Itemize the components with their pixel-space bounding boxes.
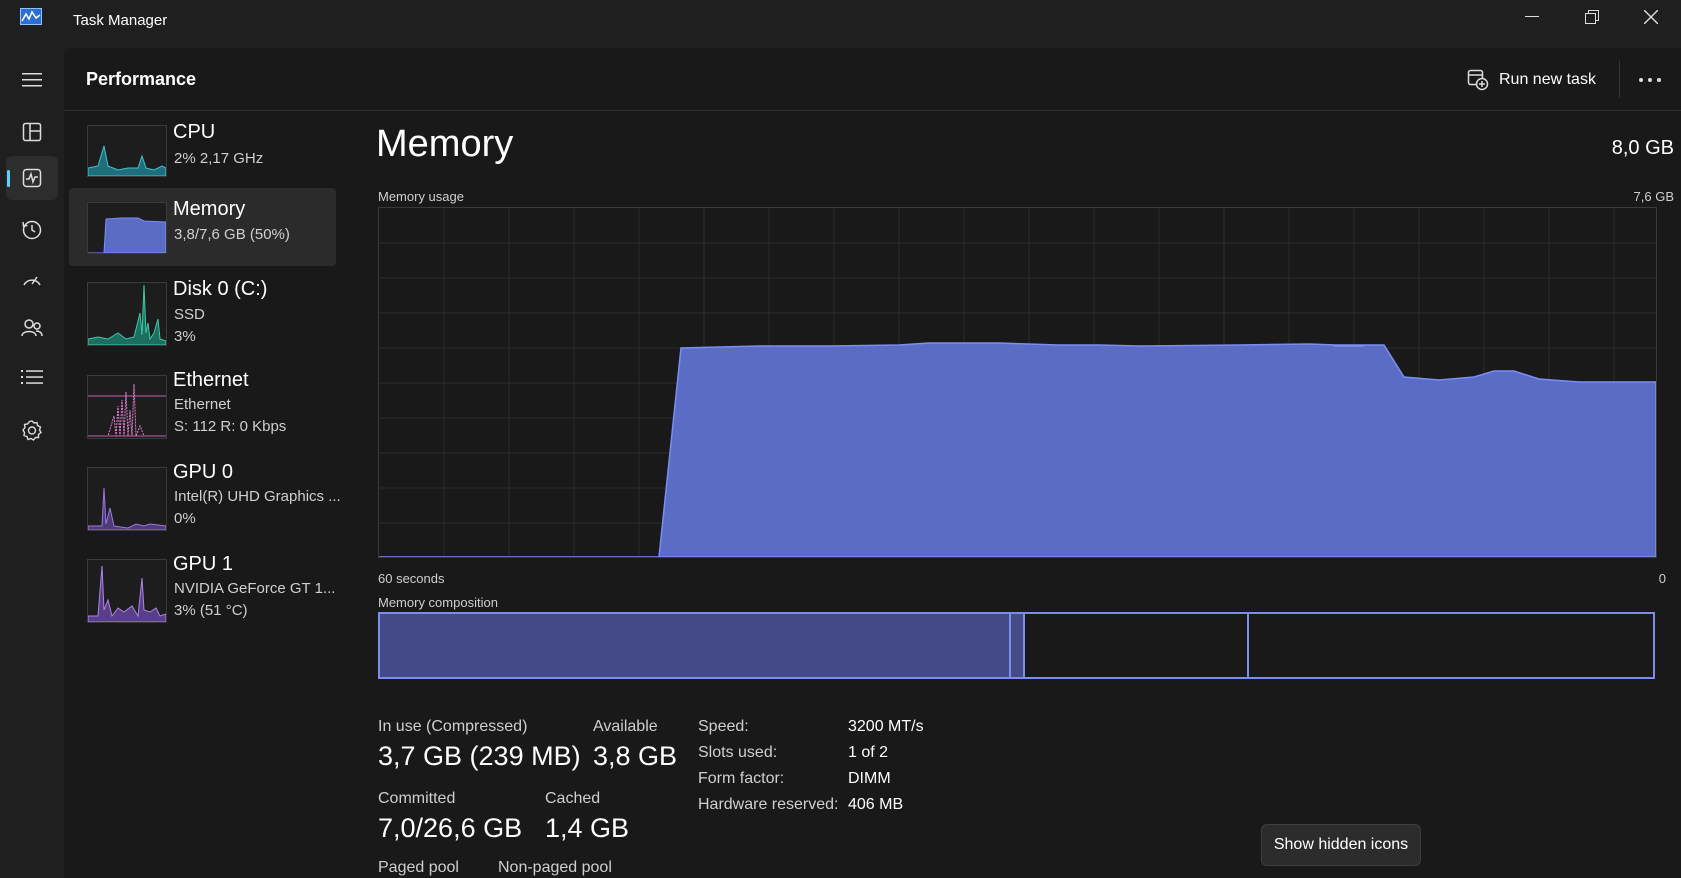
cached-label: Cached [545, 790, 601, 807]
content-panel: Performance Run new task CPU 2% 2,17 GHz… [64, 48, 1681, 878]
page-header: Performance Run new task [64, 48, 1681, 111]
disk-thumbnail-graph [87, 282, 167, 346]
resource-item-ethernet[interactable]: Ethernet Ethernet S: 112 R: 0 Kbps [69, 361, 336, 439]
close-icon [1644, 10, 1658, 24]
memory-usage-area [379, 342, 1657, 558]
users-icon [21, 319, 43, 337]
memory-panel: Memory 8,0 GB Memory usage 7,6 GB 60 sec… [354, 111, 1674, 878]
hardware-reserved-value: 406 MB [848, 796, 904, 813]
paged-pool-label: Paged pool [378, 859, 459, 876]
nav-users[interactable] [6, 306, 58, 350]
memory-usage-graph [378, 207, 1657, 558]
resource-subtitle: Intel(R) UHD Graphics ... [174, 488, 341, 505]
available-label: Available [593, 718, 658, 735]
memory-usage-label: Memory usage [378, 189, 464, 204]
restore-button[interactable] [1562, 0, 1622, 34]
resource-title: Memory [173, 198, 246, 220]
resource-subtitle: 2% 2,17 GHz [174, 150, 264, 167]
slots-used-value: 1 of 2 [848, 744, 889, 761]
nav-details[interactable] [6, 355, 58, 399]
app-title: Task Manager [73, 12, 168, 29]
composition-modified[interactable] [1011, 614, 1025, 677]
more-icon [1639, 78, 1661, 82]
gpu-0-thumbnail-graph [87, 467, 167, 531]
resource-item-cpu[interactable]: CPU 2% 2,17 GHz [69, 111, 336, 189]
memory-composition-bar [378, 612, 1655, 679]
run-new-task-label: Run new task [1499, 71, 1596, 88]
resource-subtitle: Ethernet [174, 396, 231, 413]
title-bar: Task Manager [0, 0, 1681, 48]
nav-processes[interactable] [6, 110, 58, 154]
task-manager-icon [20, 8, 42, 25]
available-value: 3,8 GB [593, 741, 678, 771]
resource-item-disk[interactable]: Disk 0 (C:) SSD 3% [69, 268, 336, 346]
memory-total: 8,0 GB [1611, 137, 1674, 159]
resource-title: GPU 0 [173, 461, 234, 483]
restore-icon [1585, 10, 1599, 24]
form-factor-value: DIMM [848, 770, 891, 787]
memory-composition-label: Memory composition [378, 595, 498, 610]
speed-label: Speed: [698, 718, 749, 735]
more-options-button[interactable] [1632, 66, 1668, 94]
resource-detail: 3% (51 °C) [174, 602, 248, 619]
composition-in-use[interactable] [380, 614, 1011, 677]
hardware-reserved-label: Hardware reserved: [698, 796, 839, 813]
hamburger-icon [22, 73, 42, 87]
resource-detail: S: 112 R: 0 Kbps [174, 418, 287, 435]
memory-thumbnail-graph [87, 202, 167, 254]
minimize-icon [1525, 16, 1539, 17]
startup-apps-icon [23, 276, 41, 286]
speed-value: 3200 MT/s [848, 718, 924, 735]
show-hidden-icons-tooltip: Show hidden icons [1261, 824, 1421, 866]
nav-services[interactable] [6, 408, 58, 452]
non-paged-pool-label: Non-paged pool [498, 859, 612, 876]
nav-performance[interactable] [6, 156, 58, 200]
nav-hamburger[interactable] [6, 58, 58, 102]
graph-axis-right: 0 [1658, 571, 1666, 586]
minimize-button[interactable] [1502, 0, 1562, 34]
resource-title: Ethernet [173, 369, 249, 391]
form-factor-label: Form factor: [698, 770, 785, 787]
services-icon [22, 420, 42, 441]
nav-rail [0, 48, 64, 878]
committed-value: 7,0/26,6 GB [378, 813, 523, 843]
composition-standby[interactable] [1025, 614, 1249, 677]
run-task-icon [1467, 69, 1489, 91]
in-use-value: 3,7 GB (239 MB) [378, 741, 581, 771]
resource-subtitle: NVIDIA GeForce GT 1... [174, 580, 336, 597]
nav-startup-apps[interactable] [6, 258, 58, 302]
performance-icon [22, 168, 42, 188]
graph-axis-left: 60 seconds [378, 571, 445, 586]
memory-usage-svg [379, 208, 1657, 558]
resource-item-gpu-1[interactable]: GPU 1 NVIDIA GeForce GT 1... 3% (51 °C) [69, 545, 336, 623]
run-new-task-button[interactable]: Run new task [1467, 66, 1596, 94]
cpu-thumbnail-graph [87, 125, 167, 177]
resource-title: CPU [173, 121, 216, 143]
nav-app-history[interactable] [6, 208, 58, 252]
resource-subtitle: SSD [174, 306, 205, 323]
resource-subtitle: 3,8/7,6 GB (50%) [174, 226, 290, 243]
composition-free[interactable] [1249, 614, 1653, 677]
memory-title: Memory [376, 123, 514, 165]
cached-value: 1,4 GB [545, 813, 630, 843]
close-button[interactable] [1621, 0, 1681, 34]
memory-usage-max: 7,6 GB [1633, 189, 1674, 204]
resource-item-memory[interactable]: Memory 3,8/7,6 GB (50%) [69, 188, 336, 266]
resource-title: Disk 0 (C:) [173, 278, 268, 300]
resource-item-gpu-0[interactable]: GPU 0 Intel(R) UHD Graphics ... 0% [69, 453, 341, 531]
gpu-1-thumbnail-graph [87, 559, 167, 623]
app-history-icon [22, 220, 42, 240]
processes-icon [22, 122, 42, 142]
resource-title: GPU 1 [173, 553, 234, 575]
ethernet-thumbnail-graph [87, 375, 167, 439]
header-separator [1619, 60, 1620, 98]
page-title: Performance [86, 69, 197, 89]
committed-label: Committed [378, 790, 456, 807]
details-icon [21, 370, 43, 384]
in-use-label: In use (Compressed) [378, 718, 528, 735]
resource-detail: 3% [174, 328, 196, 345]
resource-detail: 0% [174, 510, 196, 527]
slots-used-label: Slots used: [698, 744, 778, 761]
